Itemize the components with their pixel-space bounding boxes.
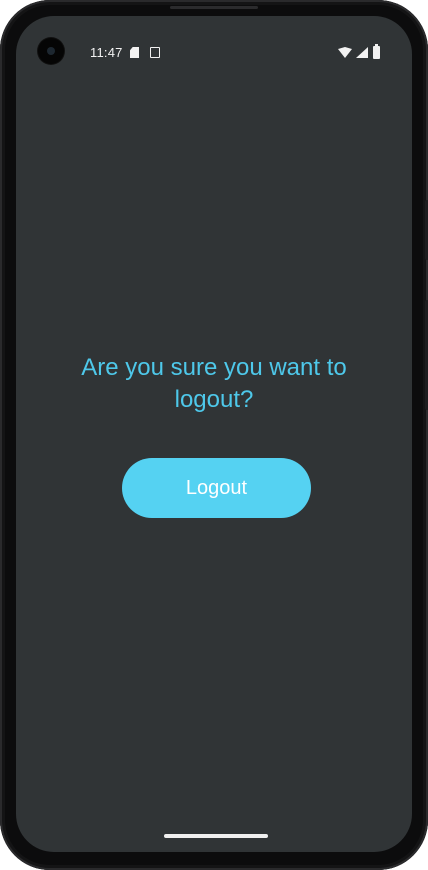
screenshot-icon — [150, 47, 160, 58]
home-indicator[interactable] — [164, 834, 268, 838]
screen: 11:47 Are you sure you want to logout? L… — [16, 16, 412, 852]
signal-icon — [356, 47, 368, 58]
sim-card-icon — [130, 47, 139, 58]
status-time: 11:47 — [90, 45, 123, 60]
logout-button[interactable]: Logout — [122, 458, 311, 518]
battery-icon — [373, 44, 380, 59]
logout-confirmation-text: Are you sure you want to logout? — [81, 354, 347, 413]
phone-frame: 11:47 Are you sure you want to logout? L… — [0, 0, 428, 870]
earpiece — [170, 6, 258, 9]
wifi-icon — [338, 47, 352, 58]
status-bar: 11:47 — [16, 16, 412, 86]
